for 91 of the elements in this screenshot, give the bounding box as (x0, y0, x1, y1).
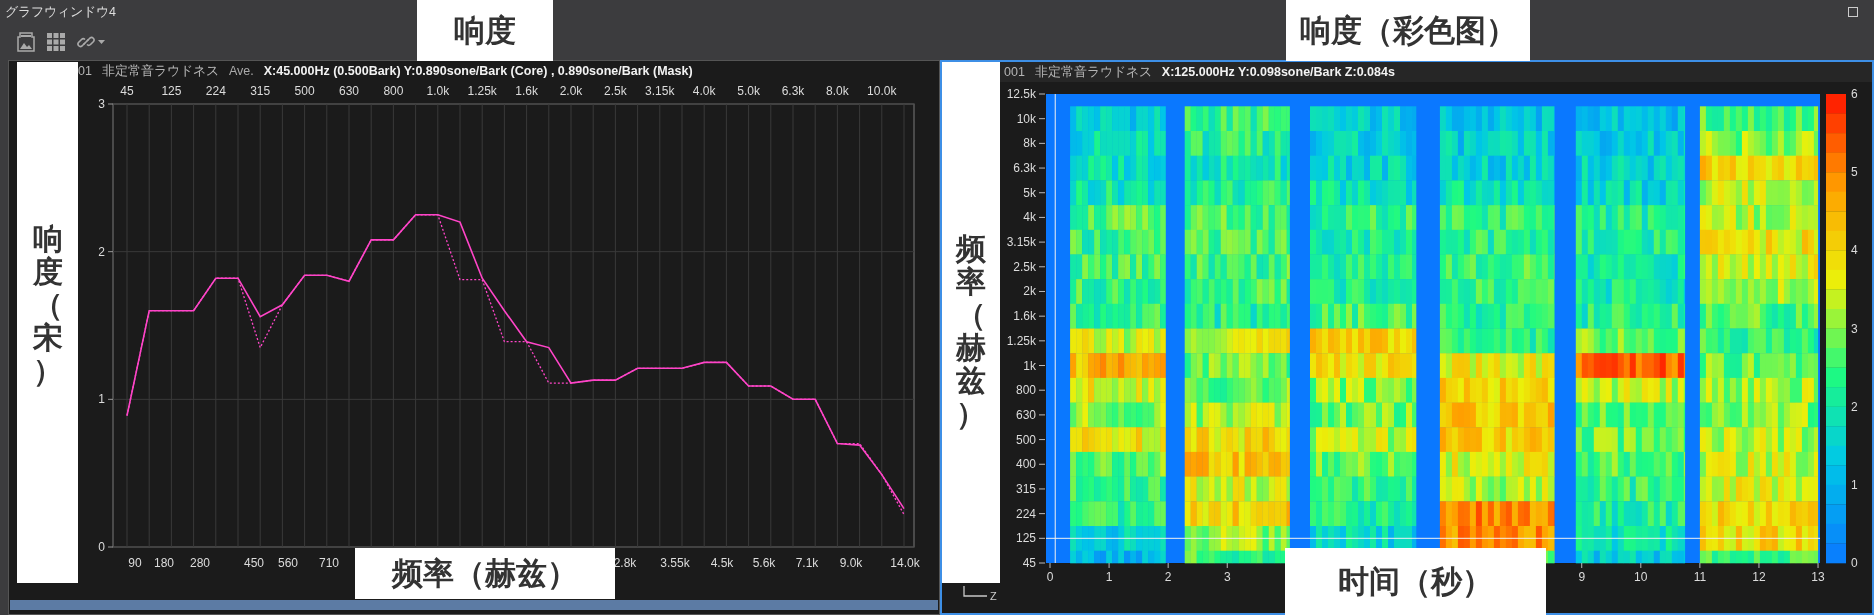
axis-label: 10.0k (867, 84, 897, 98)
axis-label: 8.0k (826, 84, 849, 98)
axis-label: 1.0k (426, 84, 450, 98)
axis-label: 4.5k (710, 556, 734, 570)
axis-label: 2.0k (559, 84, 583, 98)
picture-frame-icon[interactable] (17, 32, 35, 52)
axis-label: 1 (1851, 477, 1858, 492)
axis-label: 13 (1811, 570, 1825, 584)
axis-label: 1.6k (1013, 309, 1036, 324)
axis-label: 315 (250, 84, 271, 98)
axis-label: 3.15k (1006, 235, 1036, 250)
axis-label: 45 (120, 84, 134, 98)
graph-title: 非定常音ラウドネス (101, 62, 219, 80)
axis-label: 9.0k (839, 556, 863, 570)
maximize-icon[interactable] (1848, 7, 1858, 17)
annotation-label: 频率（赫兹） (956, 232, 986, 430)
axis-label: 2 (98, 244, 105, 259)
annotation-label: 频率（赫兹） (392, 553, 578, 593)
axis-label: 1k (1023, 358, 1036, 373)
axis-label: 6 (1851, 87, 1858, 101)
grid-icon[interactable] (47, 33, 65, 51)
axis-label: 800 (1015, 383, 1036, 398)
axis-label: 6.3k (781, 84, 805, 98)
axis-label: 800 (383, 84, 404, 98)
axis-label: 3 (98, 97, 105, 111)
axis-label: 2 (1164, 570, 1172, 584)
axis-label: 9 (1578, 570, 1586, 584)
axis-label: 1.25k (467, 84, 497, 98)
graph-id: 001 (1004, 65, 1025, 79)
axis-label: 5.0k (737, 84, 760, 98)
axis-label: 2 (1851, 399, 1858, 414)
annotation-label: 响度（宋） (32, 222, 63, 387)
annotation-label: 时间（秒） (1338, 561, 1493, 601)
axis-label: 500 (294, 84, 315, 98)
axis-label: 500 (1015, 432, 1036, 447)
axis-label: 0 (1046, 570, 1054, 584)
scrollbar[interactable] (10, 600, 938, 610)
axis-label: 630 (1015, 407, 1036, 422)
axis-label: 4.0k (692, 84, 716, 98)
axis-label: 3.55k (660, 556, 690, 570)
axis-label: 180 (154, 556, 174, 570)
cursor-reading: X:125.000Hz Y:0.098sone/Bark Z:0.084s (1161, 65, 1395, 79)
axis-label: 0 (98, 540, 105, 554)
annotation-label: 响度（彩色图） (1299, 10, 1517, 50)
axis-label: 90 (128, 556, 142, 570)
axis-label: 14.0k (890, 556, 920, 570)
axis-label: 8k (1023, 136, 1036, 151)
axis-label: 5 (1851, 165, 1858, 180)
caret-icon[interactable] (98, 40, 105, 44)
axis-label: 1.6k (515, 84, 538, 98)
axis-label: 280 (190, 556, 210, 570)
axis-label: 3.15k (645, 84, 675, 98)
axis-label: 400 (1015, 457, 1036, 472)
axis-label: 1 (1105, 570, 1113, 584)
axis-label: 450 (244, 556, 264, 570)
axis-label: 560 (278, 556, 298, 570)
window-title: グラフウィンドウ4 (5, 3, 116, 21)
graph-title: 非定常音ラウドネス (1034, 63, 1152, 81)
axis-label: 4k (1023, 210, 1036, 225)
axis-label: 10k (1016, 111, 1036, 126)
axis-label: 4 (1851, 243, 1858, 258)
axis-label: 315 (1015, 481, 1036, 496)
axis-indicator: Z (963, 585, 997, 602)
axis-label: 12 (1752, 570, 1766, 584)
axis-label: 2k (1023, 284, 1036, 299)
axis-label: 2.5k (604, 84, 627, 98)
axis-label: 630 (339, 84, 359, 98)
mode-label: Ave. (228, 64, 254, 78)
axis-label: 1.25k (1006, 333, 1036, 348)
axis-label: 11 (1693, 570, 1707, 584)
axis-label: 125 (1015, 531, 1036, 546)
axis-label: 2.8k (613, 556, 637, 570)
axis-label: 3 (1851, 321, 1858, 336)
annotation-label: 响度 (454, 10, 516, 50)
axis-label: 1 (98, 392, 105, 407)
axis-label: 224 (1015, 506, 1036, 521)
axis-label: 7.1k (795, 556, 819, 570)
axis-label: 5k (1023, 185, 1036, 200)
cursor-reading: X:45.000Hz (0.500Bark) Y:0.890sone/Bark (Core) , 0.890sone/Bark (Mask) (263, 64, 693, 78)
axis-label: 5.6k (752, 556, 776, 570)
axis-label: 0 (1851, 556, 1858, 570)
axis-label: 6.3k (1013, 161, 1036, 176)
graph-id: 01 (78, 64, 92, 78)
axis-label: 2.5k (1013, 259, 1036, 274)
axis-label: 45 (1022, 556, 1036, 570)
axis-label: 125 (161, 84, 182, 98)
axis-label: 3 (1223, 570, 1231, 584)
axis-label: 10 (1634, 570, 1648, 584)
axis-label: 710 (319, 556, 339, 570)
axis-label: 224 (205, 84, 226, 98)
axis-label: 12.5k (1006, 87, 1036, 101)
